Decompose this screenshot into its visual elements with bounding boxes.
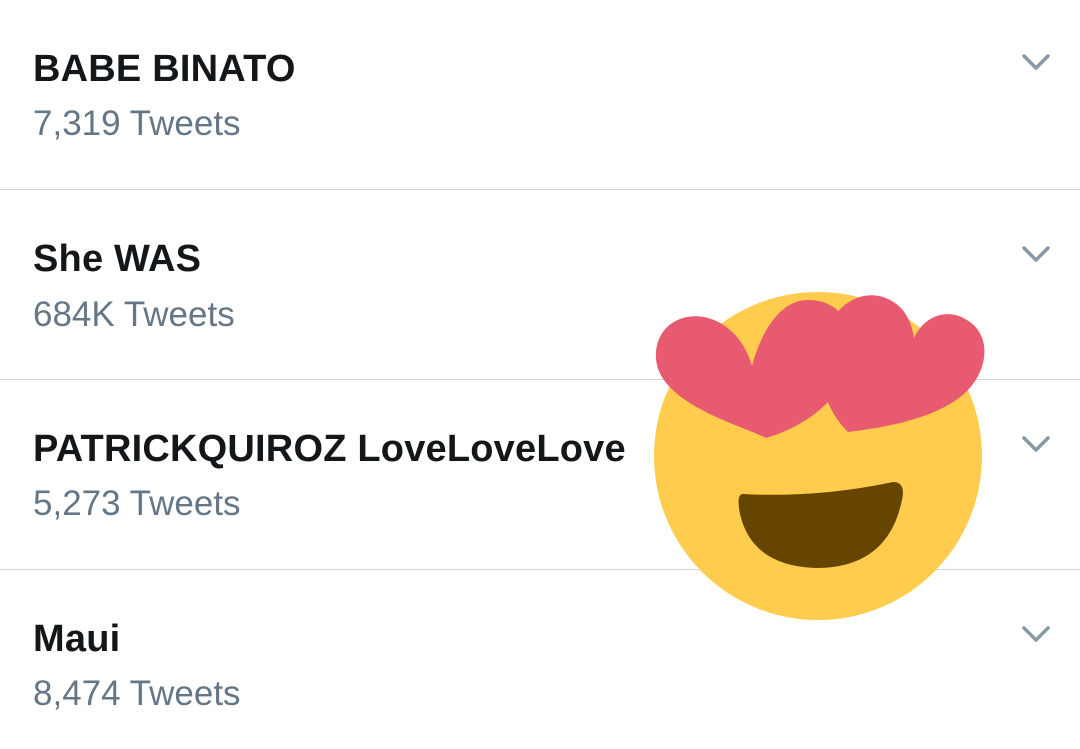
heart-eyes-emoji-icon xyxy=(654,292,985,620)
chevron-down-icon[interactable] xyxy=(1016,48,1056,78)
trend-tweet-count: 684K Tweets xyxy=(33,295,235,334)
trend-tweet-count: 7,319 Tweets xyxy=(33,104,241,143)
chevron-down-icon[interactable] xyxy=(1016,240,1056,270)
chevron-down-icon[interactable] xyxy=(1016,620,1056,650)
trend-name: She WAS xyxy=(33,238,202,280)
chevron-down-icon[interactable] xyxy=(1016,430,1056,460)
trend-tweet-count: 5,273 Tweets xyxy=(33,484,241,523)
trend-name: BABE BINATO xyxy=(33,48,296,90)
trend-tweet-count: 8,474 Tweets xyxy=(33,674,241,713)
trend-name: PATRICKQUIROZ LoveLoveLove xyxy=(33,428,626,470)
trend-item[interactable]: BABE BINATO 7,319 Tweets xyxy=(0,0,1080,190)
trend-name: Maui xyxy=(33,618,121,660)
